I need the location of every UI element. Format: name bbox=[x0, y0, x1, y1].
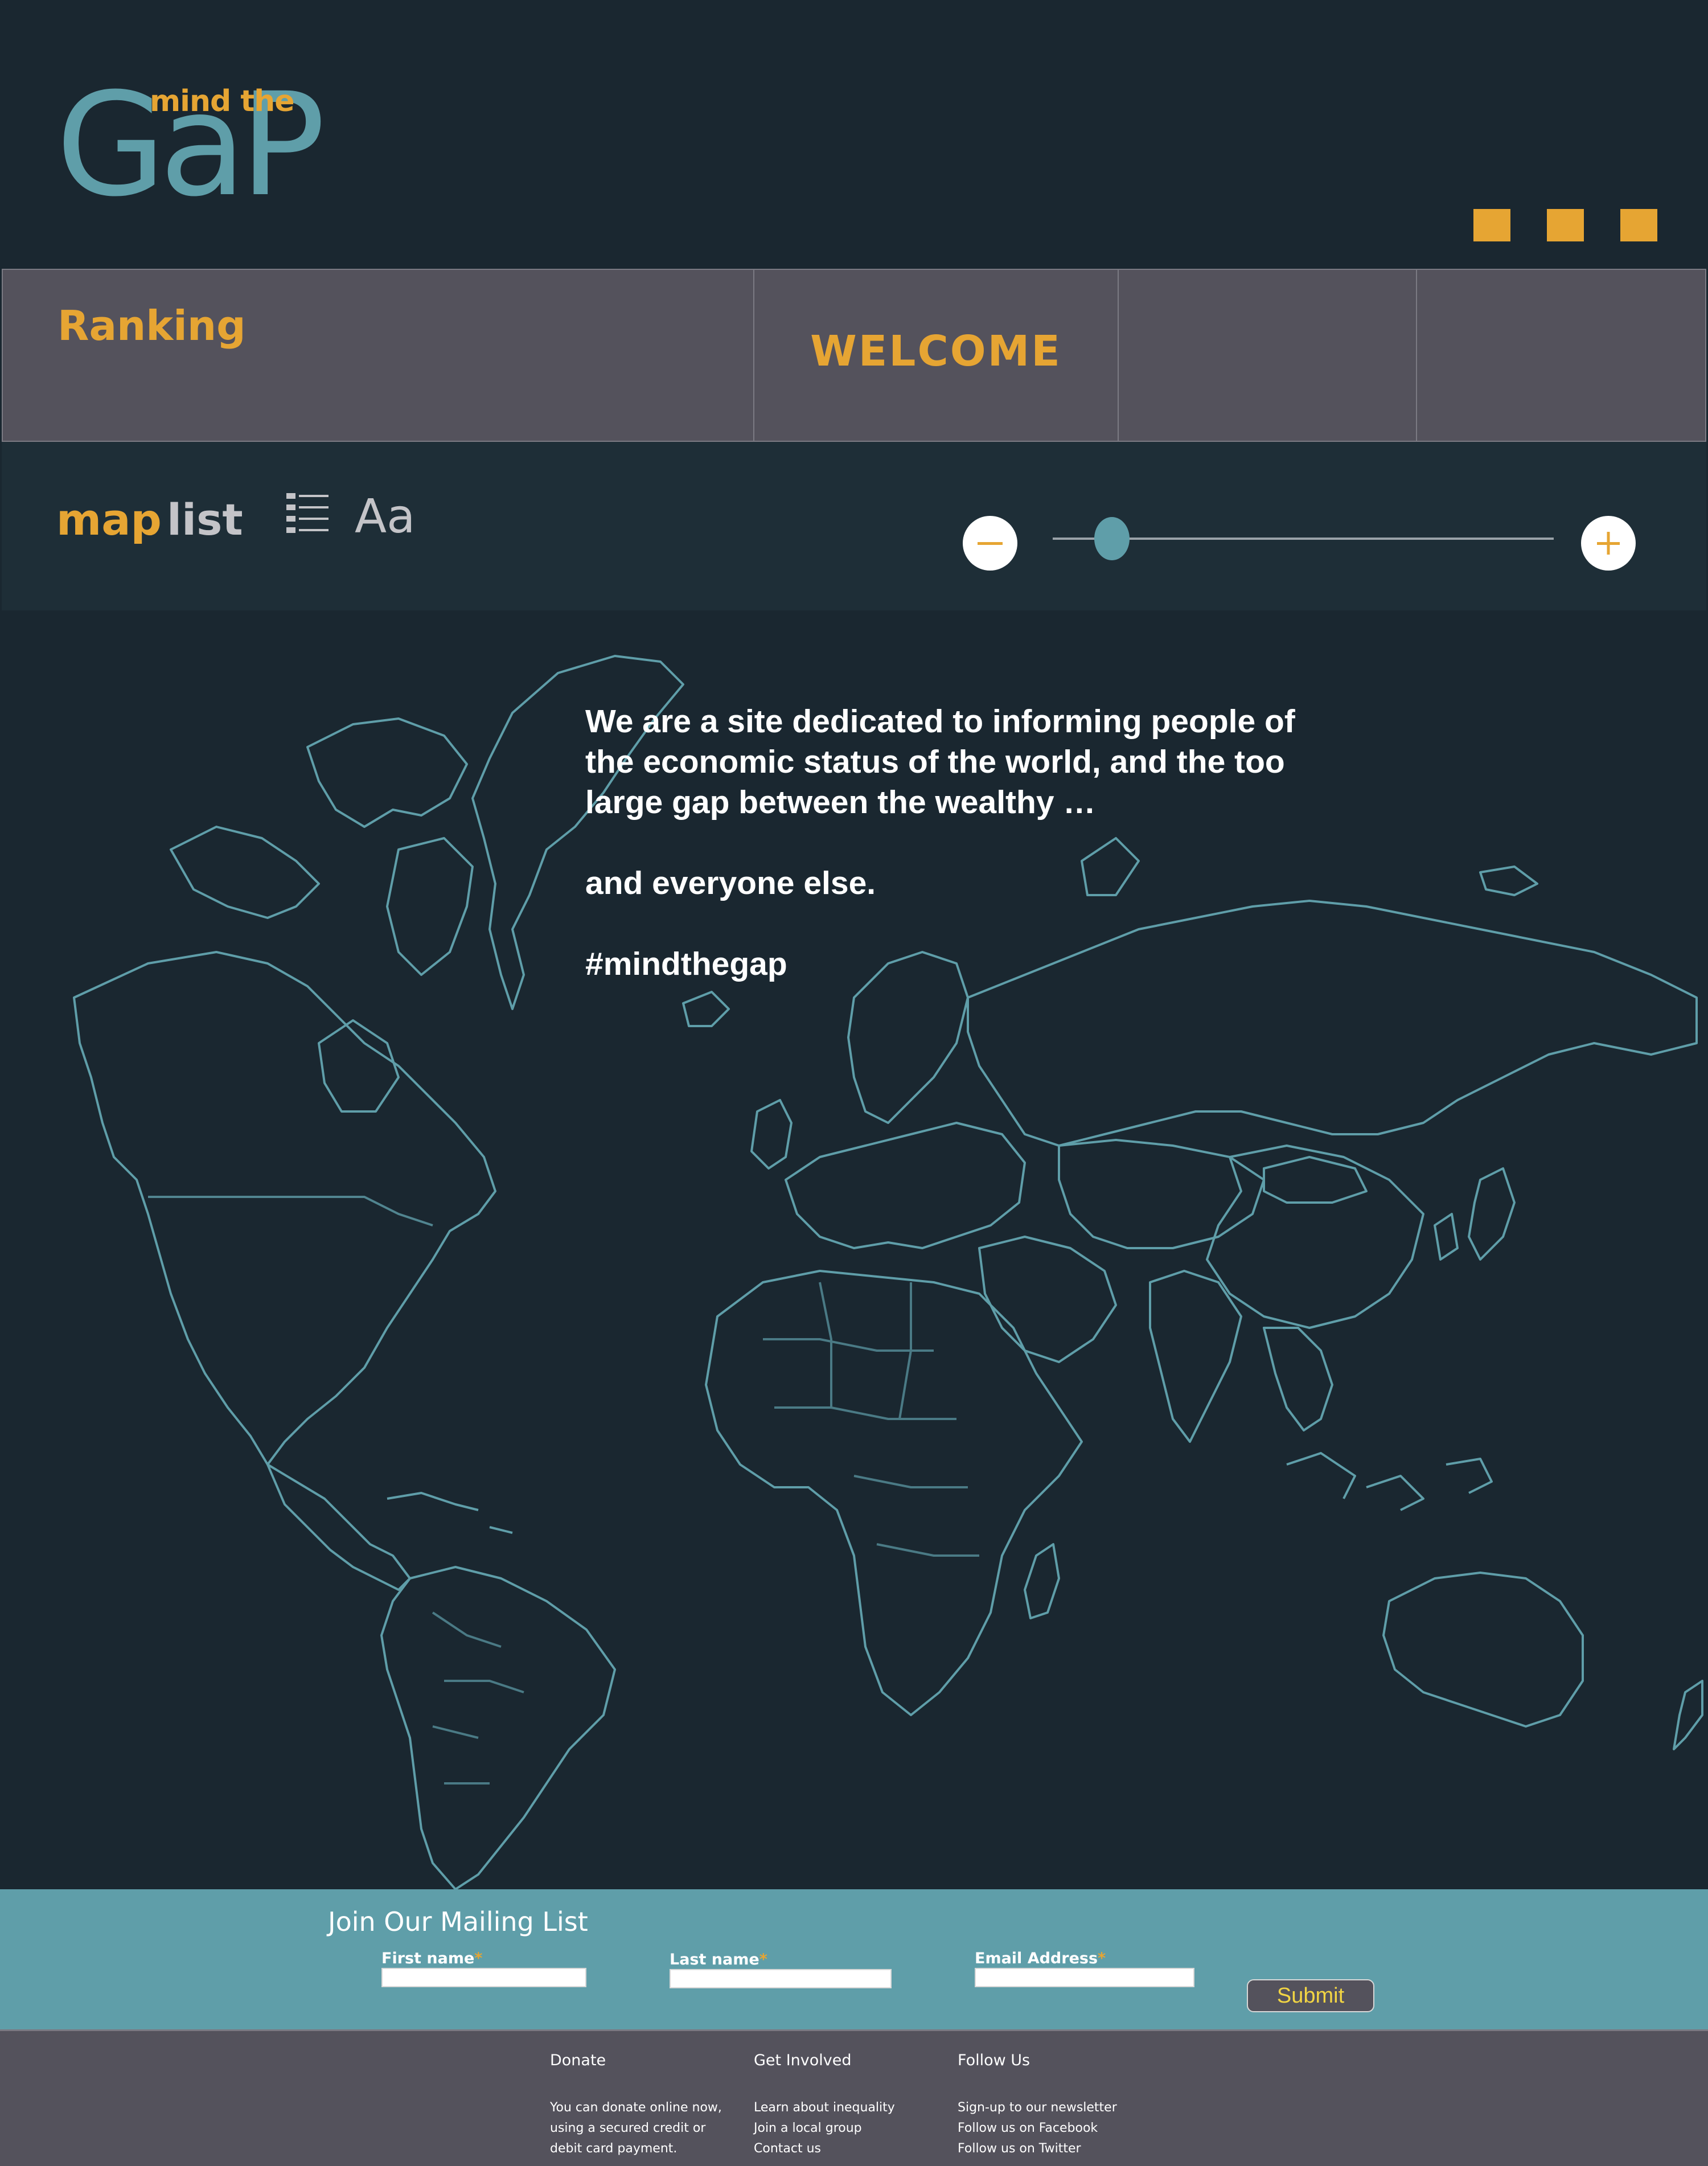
required-mark: * bbox=[759, 1951, 767, 1968]
map-region-southeast-asia bbox=[1263, 1327, 1333, 1431]
tab-welcome-label: WELCOME bbox=[810, 327, 1062, 376]
map-region-africa bbox=[705, 1270, 1083, 1716]
tab-ranking-label: Ranking bbox=[58, 302, 246, 350]
mailing-list-form: Join Our Mailing List First name* Last n… bbox=[0, 1889, 1708, 2029]
submit-button[interactable]: Submit bbox=[1247, 1979, 1374, 2012]
first-name-label: First name* bbox=[381, 1950, 482, 1967]
tab-ranking[interactable]: Ranking bbox=[3, 270, 754, 441]
map-region-caribbean bbox=[387, 1492, 513, 1534]
list-view-toggle[interactable]: list bbox=[167, 494, 243, 545]
first-name-field[interactable] bbox=[381, 1968, 586, 1987]
tab-welcome[interactable]: WELCOME bbox=[754, 270, 1119, 441]
footer-donate: Donate You can donate online now, using … bbox=[550, 2052, 738, 2159]
map-region-africa-borders bbox=[763, 1282, 979, 1557]
zoom-out-button[interactable] bbox=[963, 516, 1017, 571]
map-region-south-america-borders bbox=[432, 1611, 524, 1785]
map-region-australia bbox=[1382, 1572, 1584, 1728]
map-region-korea bbox=[1434, 1213, 1459, 1261]
footer-follow-us: Follow Us Sign-up to our newsletter Foll… bbox=[958, 2052, 1145, 2159]
footer-link-contact[interactable]: Contact us bbox=[754, 2139, 942, 2159]
last-name-field[interactable] bbox=[670, 1969, 892, 1988]
map-region-north-america bbox=[73, 951, 496, 1466]
intro-paragraph-1: We are a site dedicated to informing peo… bbox=[585, 703, 1295, 821]
intro-hashtag: #mindthegap bbox=[585, 946, 787, 982]
map-region-madagascar bbox=[1024, 1543, 1060, 1619]
menu-square-icon bbox=[1620, 209, 1657, 241]
site-footer: Donate You can donate online now, using … bbox=[0, 2029, 1708, 2166]
plus-icon bbox=[1597, 532, 1620, 555]
footer-donate-text: You can donate online now, using a secur… bbox=[550, 2101, 722, 2156]
required-mark: * bbox=[1098, 1950, 1106, 1967]
footer-get-involved-heading[interactable]: Get Involved bbox=[754, 2052, 942, 2069]
map-region-hudson-bay bbox=[318, 1019, 400, 1113]
last-name-label-text: Last name bbox=[670, 1951, 759, 1968]
view-toolbar: map list Aa bbox=[2, 442, 1706, 610]
map-region-new-zealand bbox=[1673, 1680, 1703, 1750]
minus-icon bbox=[978, 542, 1003, 545]
world-map[interactable]: We are a site dedicated to informing peo… bbox=[0, 610, 1708, 1889]
map-region-india bbox=[1149, 1270, 1242, 1443]
footer-get-involved: Get Involved Learn about inequality Join… bbox=[754, 2052, 942, 2159]
footer-link-facebook[interactable]: Follow us on Facebook bbox=[958, 2118, 1145, 2139]
intro-text: We are a site dedicated to informing peo… bbox=[585, 702, 1325, 1025]
map-region-uk bbox=[750, 1099, 793, 1170]
required-mark: * bbox=[474, 1950, 483, 1967]
map-region-south-america bbox=[380, 1566, 616, 1889]
mailing-list-title: Join Our Mailing List bbox=[328, 1906, 588, 1937]
menu-square-icon bbox=[1473, 209, 1510, 241]
footer-link-newsletter[interactable]: Sign-up to our newsletter bbox=[958, 2098, 1145, 2118]
last-name-label: Last name* bbox=[670, 1951, 767, 1968]
footer-link-learn[interactable]: Learn about inequality bbox=[754, 2098, 942, 2118]
map-region-indonesia bbox=[1286, 1452, 1493, 1511]
map-region-arctic-islands-2 bbox=[170, 826, 320, 919]
map-region-arctic-islands bbox=[306, 717, 468, 828]
tab-bar: Ranking WELCOME bbox=[2, 269, 1706, 442]
map-region-middle-east bbox=[978, 1236, 1117, 1363]
map-region-mongolia bbox=[1263, 1156, 1368, 1204]
map-region-europe bbox=[785, 1122, 1026, 1249]
email-label-text: Email Address bbox=[975, 1950, 1098, 1967]
email-field[interactable] bbox=[975, 1968, 1194, 1987]
footer-follow-us-heading[interactable]: Follow Us bbox=[958, 2052, 1145, 2069]
intro-paragraph-2: and everyone else. bbox=[585, 865, 876, 901]
menu-square-icon bbox=[1547, 209, 1584, 241]
map-region-canada-us-border bbox=[148, 1196, 433, 1226]
footer-link-twitter[interactable]: Follow us on Twitter bbox=[958, 2139, 1145, 2159]
footer-link-join-group[interactable]: Join a local group bbox=[754, 2118, 942, 2139]
map-region-central-america bbox=[266, 1463, 411, 1591]
font-size-button[interactable]: Aa bbox=[355, 490, 415, 544]
map-region-china bbox=[1206, 1144, 1424, 1329]
first-name-label-text: First name bbox=[381, 1950, 475, 1967]
zoom-in-button[interactable] bbox=[1581, 516, 1636, 571]
zoom-slider-handle[interactable] bbox=[1094, 517, 1130, 560]
footer-donate-heading[interactable]: Donate bbox=[550, 2052, 738, 2069]
map-region-baffin bbox=[386, 837, 474, 976]
list-icon[interactable] bbox=[286, 493, 329, 533]
logo-mind-the-text: mind the bbox=[150, 84, 294, 118]
tab-empty-1[interactable] bbox=[1119, 270, 1417, 441]
email-label: Email Address* bbox=[975, 1950, 1106, 1967]
tab-empty-2[interactable] bbox=[1417, 270, 1705, 441]
menu-button[interactable] bbox=[1473, 209, 1657, 241]
site-header: GaP mind the bbox=[0, 0, 1708, 269]
map-view-toggle[interactable]: map bbox=[56, 494, 162, 545]
map-region-japan bbox=[1468, 1167, 1516, 1261]
logo[interactable]: GaP mind the bbox=[56, 74, 329, 222]
